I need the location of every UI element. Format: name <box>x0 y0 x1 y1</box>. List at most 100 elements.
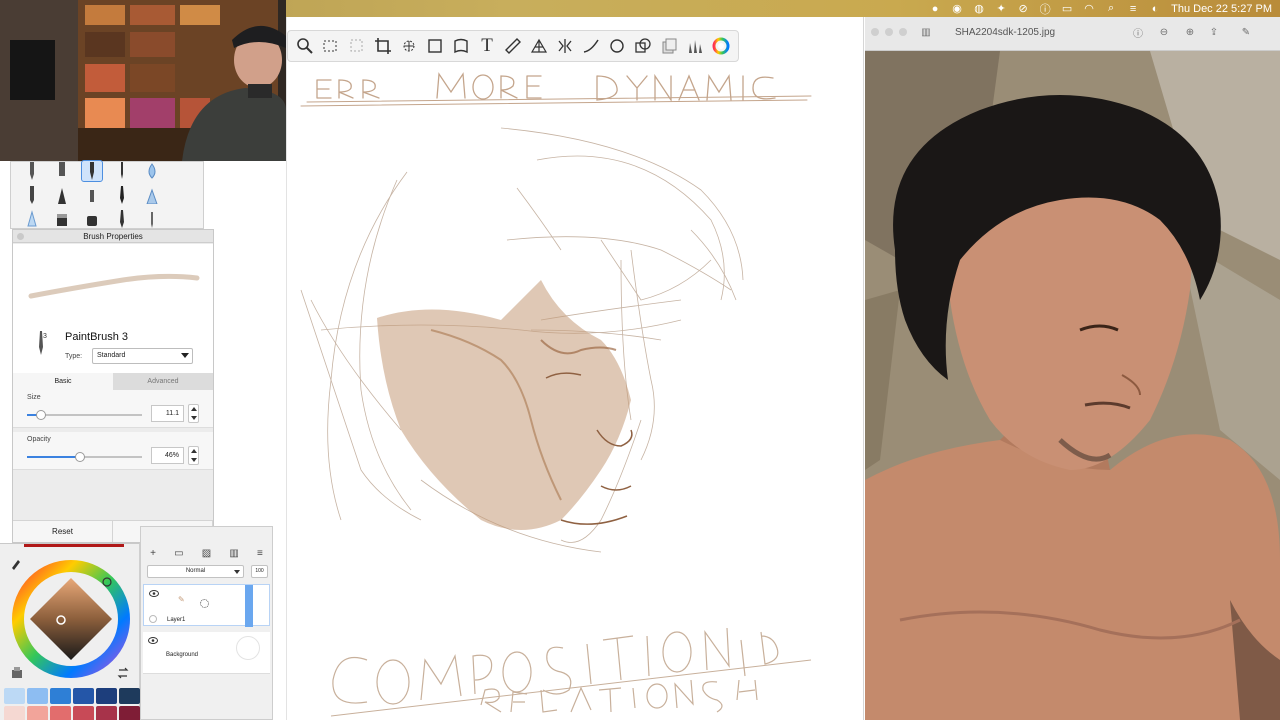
copic-library-icon[interactable] <box>10 666 24 680</box>
ruler-icon[interactable] <box>502 35 524 57</box>
zoom-in-icon[interactable]: ⊕ <box>1184 26 1196 38</box>
layer-name: Background <box>166 652 199 658</box>
mute-icon[interactable]: ⊘ <box>1017 3 1029 15</box>
layer-row-background[interactable]: Background <box>143 632 270 674</box>
control-center-icon[interactable]: ≡ <box>1127 3 1139 15</box>
distort-icon[interactable] <box>424 35 446 57</box>
layers-toolbar: + ▭ ▨ ▥ ≡ <box>141 545 272 561</box>
brush-type-dropdown[interactable]: Standard <box>92 348 193 364</box>
brush-ink-icon[interactable] <box>111 160 133 182</box>
sketch-drawing[interactable] <box>287 17 865 720</box>
color-swatch[interactable] <box>27 688 48 704</box>
color-swatch[interactable] <box>50 688 71 704</box>
size-stepper[interactable] <box>188 404 199 423</box>
zoom-out-icon[interactable]: ⊖ <box>1158 26 1170 38</box>
info-icon[interactable]: ⓘ <box>1039 3 1051 16</box>
opacity-slider[interactable] <box>27 452 142 462</box>
add-layer-icon[interactable]: + <box>150 548 156 559</box>
transform-icon[interactable] <box>398 35 420 57</box>
window-zoom-button[interactable] <box>899 28 907 36</box>
brush-library-icon[interactable] <box>684 35 706 57</box>
wifi-icon[interactable]: ◠ <box>1083 3 1095 15</box>
color-swatch[interactable] <box>73 706 94 720</box>
size-value-field[interactable]: 11.1 <box>151 405 184 422</box>
color-swatch[interactable] <box>4 688 25 704</box>
brush-paintbrush-icon[interactable] <box>81 160 103 182</box>
symmetry-icon[interactable] <box>554 35 576 57</box>
color-swatch[interactable] <box>27 706 48 720</box>
color-wheel[interactable] <box>10 558 132 680</box>
add-group-icon[interactable]: ▭ <box>174 548 183 559</box>
wacom-icon[interactable]: ◍ <box>973 3 985 15</box>
sketchbook-canvas[interactable] <box>286 17 864 720</box>
opacity-stepper[interactable] <box>188 446 199 465</box>
layer-menu-icon[interactable]: ≡ <box>257 548 263 559</box>
reset-button[interactable]: Reset <box>13 521 113 542</box>
opacity-slider-row: Opacity 46% <box>13 432 213 470</box>
stroke-preview-graphic <box>28 273 200 299</box>
brush-marker-icon[interactable] <box>51 160 73 182</box>
opacity-value-field[interactable]: 46% <box>151 447 184 464</box>
zoom-tool-icon[interactable] <box>294 35 316 57</box>
search-icon[interactable]: ⌕ <box>1105 2 1117 15</box>
magic-select-icon[interactable] <box>346 35 368 57</box>
menu-bar-clock[interactable]: Thu Dec 22 5:27 PM <box>1171 3 1272 15</box>
color-wheel-icon[interactable] <box>710 35 732 57</box>
brush-properties-title: Brush Properties <box>83 232 143 241</box>
perspective-grid-icon[interactable] <box>528 35 550 57</box>
brush-fineliner-icon[interactable] <box>81 184 103 206</box>
window-close-button[interactable] <box>871 28 879 36</box>
tab-advanced[interactable]: Advanced <box>113 373 213 390</box>
kangaroo-icon[interactable]: ✦ <box>995 3 1007 15</box>
swap-colors-icon[interactable] <box>116 666 130 680</box>
shape-icon[interactable] <box>632 35 654 57</box>
chrome-icon[interactable]: ◉ <box>951 3 963 15</box>
visibility-eye-icon[interactable] <box>148 637 158 644</box>
color-swatch[interactable] <box>96 688 117 704</box>
stroke-tool-icon[interactable] <box>580 35 602 57</box>
markup-icon[interactable]: ✎ <box>1240 26 1252 38</box>
brush-eraser-icon[interactable] <box>51 208 73 230</box>
brush-hard-eraser-icon[interactable] <box>81 208 103 230</box>
layers-icon[interactable] <box>658 35 680 57</box>
brush-chisel-icon[interactable] <box>51 184 73 206</box>
color-swatch[interactable] <box>73 688 94 704</box>
size-slider-thumb[interactable] <box>35 410 46 420</box>
text-tool-icon[interactable]: T <box>476 35 498 57</box>
brush-nib-icon[interactable] <box>111 208 133 230</box>
layer-row-layer1[interactable]: Layer1 ✎ <box>143 584 270 627</box>
selection-tool-icon[interactable] <box>320 35 342 57</box>
color-swatch[interactable] <box>119 688 140 704</box>
brush-pen-icon[interactable] <box>111 184 133 206</box>
tab-basic[interactable]: Basic <box>13 373 113 390</box>
delete-layer-icon[interactable]: ▥ <box>229 548 238 559</box>
panel-close-icon[interactable] <box>17 233 24 240</box>
brush-pencil-icon[interactable] <box>21 160 43 182</box>
visibility-eye-icon[interactable] <box>149 590 159 597</box>
brush-blender-icon[interactable] <box>21 208 43 230</box>
opacity-slider-thumb[interactable] <box>74 452 85 462</box>
layer-lock-toggle[interactable] <box>149 615 157 623</box>
warp-icon[interactable] <box>450 35 472 57</box>
blend-mode-dropdown[interactable]: Normal <box>147 565 244 578</box>
crop-icon[interactable] <box>372 35 394 57</box>
window-minimize-button[interactable] <box>885 28 893 36</box>
brush-stylus-icon[interactable] <box>141 208 163 230</box>
zoom-icon[interactable]: ● <box>929 3 941 15</box>
size-slider[interactable] <box>27 410 142 420</box>
ellipse-guide-icon[interactable] <box>606 35 628 57</box>
siri-icon[interactable]: ◐ <box>1149 3 1161 15</box>
brush-felt-pen-icon[interactable] <box>21 184 43 206</box>
brush-airbrush-icon[interactable] <box>141 160 163 182</box>
color-swatch[interactable] <box>96 706 117 720</box>
share-icon[interactable]: ⇪ <box>1208 26 1220 38</box>
layer-opacity-field[interactable]: 100 <box>251 565 268 578</box>
color-swatch[interactable] <box>4 706 25 720</box>
add-image-icon[interactable]: ▨ <box>202 548 211 559</box>
info-icon[interactable]: ⓘ <box>1132 26 1144 40</box>
color-swatch[interactable] <box>50 706 71 720</box>
airplay-icon[interactable]: ▭ <box>1061 3 1073 15</box>
brush-smudge-icon[interactable] <box>141 184 163 206</box>
sidebar-toggle-icon[interactable]: ▥ <box>920 26 932 38</box>
color-swatch[interactable] <box>119 706 140 720</box>
